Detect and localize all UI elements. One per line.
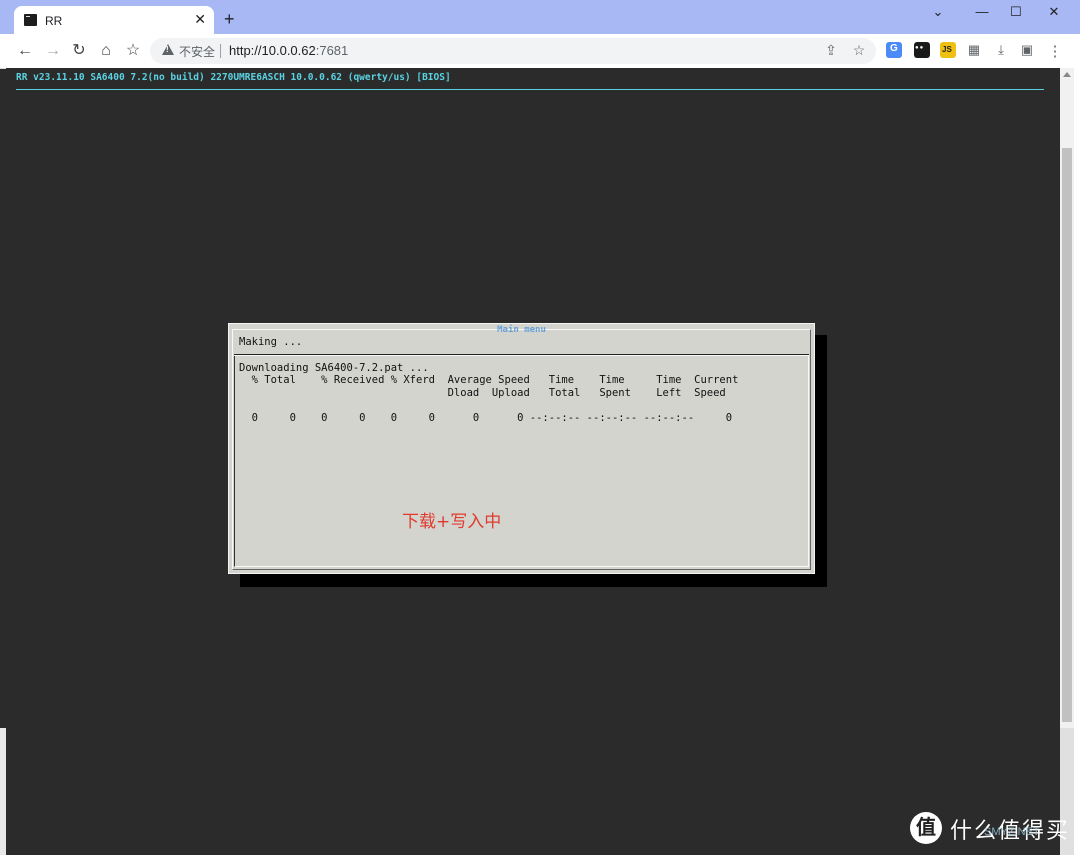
warning-icon[interactable] <box>162 44 174 55</box>
url-text[interactable]: http://10.0.0.62:7681 <box>229 43 348 58</box>
watermark-logo: 值 <box>910 812 942 844</box>
menu-icon[interactable]: ⋮ <box>1046 42 1064 60</box>
reload-button[interactable]: ↻ <box>68 40 90 62</box>
terminal-header-rule <box>16 89 1044 90</box>
curl-progress-row: 0 0 0 0 0 0 0 0 --:--:-- --:--:-- --:--:… <box>239 412 733 424</box>
maximize-button[interactable]: ☐ <box>1006 4 1026 20</box>
extensions-puzzle-icon[interactable]: ▦ <box>965 42 983 58</box>
download-icon[interactable]: ⤓ <box>992 42 1010 58</box>
dialog-status: Making ... <box>239 336 303 348</box>
window-edge <box>1074 68 1080 855</box>
star-icon[interactable]: ☆ <box>850 42 868 59</box>
back-button[interactable]: ← <box>14 40 36 62</box>
js-extension-icon[interactable] <box>940 42 956 58</box>
share-icon[interactable]: ⇪ <box>822 42 840 59</box>
side-panel-icon[interactable]: ▣ <box>1018 42 1036 58</box>
bookmark-star-icon[interactable]: ☆ <box>122 40 144 62</box>
new-tab-button[interactable]: + <box>224 10 235 28</box>
browser-tab[interactable]: RR ✕ <box>14 6 214 36</box>
terminal-icon <box>24 14 37 26</box>
tab-title: RR <box>45 14 63 28</box>
tab-close-button[interactable]: ✕ <box>194 11 206 27</box>
background-window <box>0 728 6 855</box>
home-button[interactable]: ⌂ <box>95 40 117 62</box>
address-bar[interactable]: 不安全 http://10.0.0.62:7681 ⇪ ☆ <box>150 38 876 64</box>
tampermonkey-icon[interactable] <box>914 42 930 58</box>
forward-button[interactable]: → <box>42 40 64 62</box>
annotation-text: 下载+写入中 <box>402 512 502 532</box>
scrollbar-thumb[interactable] <box>1062 148 1072 722</box>
main-menu-dialog: Main menu Making ... Downloading SA6400-… <box>228 323 815 574</box>
dialog-title: Main menu <box>497 325 546 335</box>
watermark-url: SMYZ.NET <box>984 826 1040 838</box>
chevron-down-icon[interactable]: ⌄ <box>928 4 948 20</box>
curl-header-1: % Total % Received % Xferd Average Speed… <box>239 374 739 386</box>
security-label[interactable]: 不安全 <box>179 43 215 60</box>
divider <box>220 44 221 58</box>
scroll-up-icon[interactable] <box>1063 72 1071 77</box>
browser-toolbar: ← → ↻ ⌂ ☆ 不安全 http://10.0.0.62:7681 ⇪ ☆ … <box>0 34 1080 69</box>
curl-header-2: Dload Upload Total Spent Left Speed <box>239 387 726 399</box>
terminal-header: RR v23.11.10 SA6400 7.2(no build) 2270UM… <box>16 72 451 83</box>
scrollbar[interactable] <box>1060 68 1074 728</box>
translate-icon[interactable] <box>886 42 902 58</box>
minimize-button[interactable]: — <box>972 4 992 19</box>
close-window-button[interactable]: ✕ <box>1044 4 1064 20</box>
tab-strip: RR ✕ + ⌄ — ☐ ✕ <box>0 0 1080 36</box>
